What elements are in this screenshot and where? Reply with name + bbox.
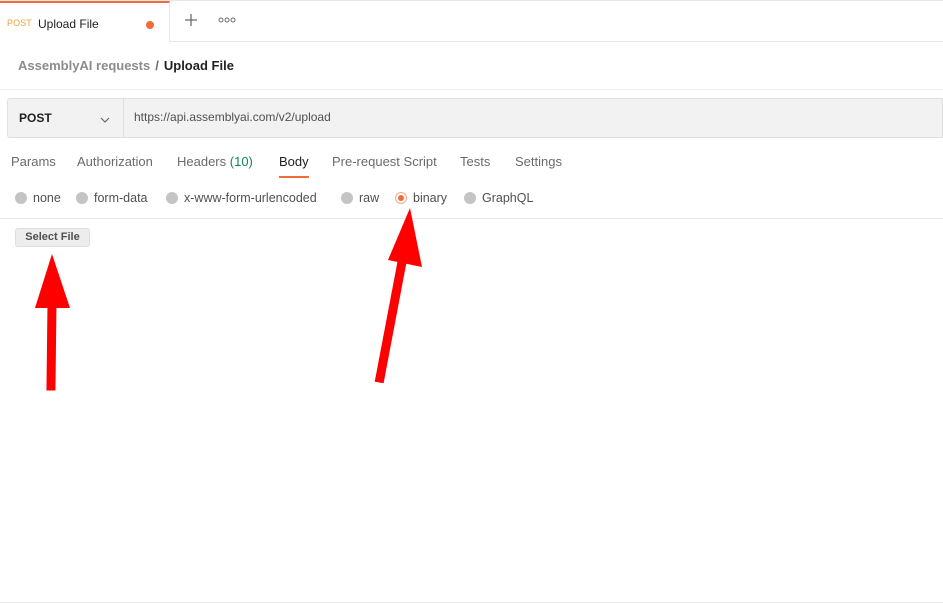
arrow-to-select-file-icon [35, 254, 70, 391]
radio-binary-label: binary [413, 191, 448, 205]
breadcrumb: AssemblyAI requests / Upload File [18, 58, 234, 73]
arrow-to-binary-radio-icon [374, 208, 422, 384]
tab-method-label: POST [7, 18, 32, 28]
tab-tests[interactable]: Tests [460, 154, 490, 169]
radio-urlencoded-label: x-www-form-urlencoded [184, 191, 317, 205]
breadcrumb-current[interactable]: Upload File [164, 58, 234, 73]
method-select[interactable]: POST [8, 99, 124, 137]
tab-headers-label: Headers [177, 154, 227, 169]
radio-x-www-form-urlencoded[interactable]: x-www-form-urlencoded [166, 189, 317, 207]
radio-raw-label: raw [359, 191, 380, 205]
plus-icon[interactable] [183, 12, 199, 28]
breadcrumb-parent[interactable]: AssemblyAI requests [18, 58, 150, 73]
radio-none[interactable]: none [15, 189, 61, 207]
tab-authorization-label: Authorization [77, 154, 153, 169]
radio-raw[interactable]: raw [341, 189, 379, 207]
url-bar: POST https://api.assemblyai.com/v2/uploa… [7, 98, 943, 138]
breadcrumb-separator: / [155, 58, 159, 73]
tab-headers[interactable]: Headers (10) [177, 154, 253, 169]
chevron-down-icon [100, 112, 110, 123]
tab-tests-label: Tests [460, 154, 491, 169]
radio-graphql-label: GraphQL [482, 191, 534, 205]
radio-raw-circle[interactable] [341, 192, 353, 204]
radio-binary-circle[interactable] [395, 192, 407, 204]
request-tabs: Params Authorization Headers (10) Body P… [0, 154, 943, 180]
tab-pre-request-script[interactable]: Pre-request Script [332, 154, 437, 169]
headers-count-badge: (10) [229, 154, 253, 169]
radio-none-label: none [33, 191, 61, 205]
radio-form-data-circle[interactable] [76, 192, 88, 204]
tab-authorization[interactable]: Authorization [77, 154, 153, 169]
annotation-arrows [35, 208, 422, 391]
tab-pre-request-script-label: Pre-request Script [332, 154, 437, 169]
active-tab-underline [279, 176, 309, 178]
bottom-divider [0, 602, 943, 603]
unsaved-dot-icon[interactable] [146, 21, 154, 29]
request-tab-upload-file[interactable]: POST Upload File [0, 1, 170, 42]
method-select-label: POST [19, 111, 52, 125]
tab-body-label: Body [279, 154, 309, 169]
select-file-button[interactable]: Select File [15, 228, 90, 247]
tab-settings-label: Settings [515, 154, 562, 169]
radio-binary[interactable]: binary [395, 189, 447, 207]
tab-title: Upload File [38, 17, 99, 31]
radio-graphql-circle[interactable] [464, 192, 476, 204]
tab-params[interactable]: Params [11, 154, 56, 169]
tab-bar: POST Upload File [0, 0, 943, 42]
radio-form-data-label: form-data [94, 191, 148, 205]
tab-settings[interactable]: Settings [515, 154, 562, 169]
tab-body[interactable]: Body [279, 154, 309, 178]
radio-urlencoded-circle[interactable] [166, 192, 178, 204]
radios-divider [0, 218, 943, 219]
url-input[interactable]: https://api.assemblyai.com/v2/upload [134, 110, 331, 124]
ellipsis-icon[interactable] [218, 13, 236, 27]
radio-form-data[interactable]: form-data [76, 189, 148, 207]
tab-params-label: Params [11, 154, 56, 169]
radio-none-circle[interactable] [15, 192, 27, 204]
header-divider [0, 89, 943, 90]
radio-graphql[interactable]: GraphQL [464, 189, 533, 207]
body-type-radios: none form-data x-www-form-urlencoded raw… [0, 189, 943, 207]
